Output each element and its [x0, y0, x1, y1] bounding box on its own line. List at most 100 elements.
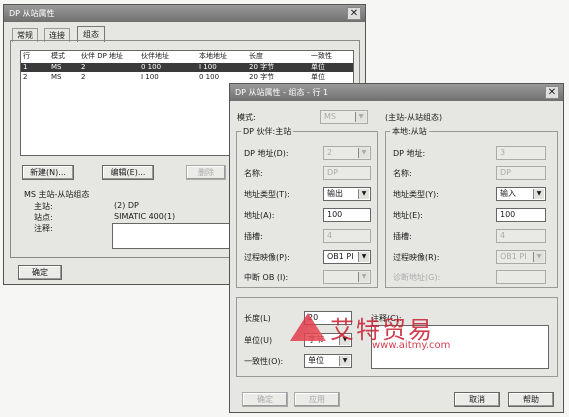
cell: 2	[81, 73, 86, 81]
master-label: 主站:	[34, 202, 53, 211]
configuration-row-dialog: DP 从站属性 - 组态 - 行 1 ✕ 模式: MS ▼ (主站-从站组态) D…	[229, 83, 564, 413]
cell: MS	[51, 63, 62, 71]
partner-address-value: 100	[327, 210, 343, 219]
diagnostic-address-field[interactable]	[496, 270, 546, 284]
group-title: 本地:从站	[390, 126, 429, 137]
partner-address-field[interactable]: 100	[323, 208, 371, 222]
local-slot-field[interactable]: 4	[496, 229, 546, 243]
delete-button[interactable]: 删除	[186, 165, 226, 180]
interrupt-ob-select[interactable]: ▼	[323, 270, 371, 284]
partner-slot-value: 4	[327, 231, 333, 240]
tab-label: 常规	[17, 31, 33, 40]
mode-select[interactable]: MS ▼	[320, 110, 368, 124]
close-icon[interactable]: ✕	[347, 7, 361, 20]
column-header: 长度	[249, 52, 263, 60]
local-slot-value: 4	[500, 231, 506, 240]
cell: 2	[81, 63, 86, 71]
button-label: 确定	[257, 395, 273, 404]
close-icon[interactable]: ✕	[545, 86, 559, 99]
partner-dp-address-label: DP 地址(D):	[244, 149, 289, 158]
cell: 20 字节	[249, 63, 275, 71]
dialog-titlebar: DP 从站属性 - 组态 - 行 1	[230, 84, 563, 101]
group-title: DP 伙伴:主站	[241, 126, 294, 137]
partner-name-value: DP	[327, 168, 338, 177]
column-header: 模式	[51, 52, 65, 60]
button-label: 取消	[469, 395, 485, 404]
local-process-image-select[interactable]: OB1 PI ▼	[496, 250, 546, 264]
cell: 单位	[311, 63, 325, 71]
partner-slot-field[interactable]: 4	[323, 229, 371, 243]
dialog-title: DP 从站属性	[9, 9, 55, 18]
column-header: 行	[23, 52, 30, 60]
length-label: 长度(L)	[244, 314, 271, 323]
partner-slot-label: 插槽:	[244, 232, 263, 241]
diagnostic-address-label: 诊断地址(G):	[393, 273, 441, 282]
station-value: SIMATIC 400(1)	[114, 212, 176, 221]
local-address-type-value: 输入	[500, 189, 516, 198]
partner-address-type-select[interactable]: 输出 ▼	[323, 187, 371, 201]
table-row[interactable]: 1 MS 2 0 100 I 100 20 字节 单位	[21, 63, 353, 72]
cell: 0 100	[141, 63, 162, 71]
edit-button[interactable]: 编辑(E)...	[102, 165, 154, 180]
local-address-label: 地址(E):	[393, 211, 423, 220]
chevron-down-icon: ▼	[339, 356, 350, 366]
button-label: 确定	[32, 268, 48, 277]
cell: I 100	[199, 63, 217, 71]
column-header: 一致性	[311, 52, 332, 60]
partner-dp-address-value: 2	[327, 148, 333, 157]
consistency-label: 一致性(O):	[244, 357, 284, 366]
cell: 1	[23, 63, 28, 71]
local-dp-address-label: DP 地址:	[393, 149, 426, 158]
partner-name-field[interactable]: DP	[323, 166, 371, 180]
local-slot-label: 插槽:	[393, 232, 412, 241]
chevron-down-icon: ▼	[533, 252, 544, 262]
comment-label: 注释:	[34, 224, 53, 233]
chevron-down-icon: ▼	[533, 189, 544, 199]
partner-address-type-value: 输出	[327, 189, 343, 198]
local-dp-address-field[interactable]: 3	[496, 146, 546, 160]
partner-dp-address-select[interactable]: 2 ▼	[323, 146, 371, 160]
local-address-type-select[interactable]: 输入 ▼	[496, 187, 546, 201]
button-label: 应用	[309, 395, 325, 404]
dialog-titlebar: DP 从站属性	[4, 5, 365, 22]
partner-process-image-select[interactable]: OB1 PI ▼	[323, 250, 371, 264]
consistency-select[interactable]: 单位 ▼	[304, 354, 352, 368]
ok-button[interactable]: 确定	[242, 392, 288, 407]
mode-note: (主站-从站组态)	[385, 113, 443, 122]
interrupt-ob-label: 中断 OB (I):	[244, 273, 289, 282]
cell: I 100	[141, 73, 159, 81]
new-button[interactable]: 新建(N)...	[22, 165, 74, 180]
help-button[interactable]: 帮助	[508, 392, 554, 407]
local-process-image-label: 过程映像(R):	[393, 253, 440, 262]
local-name-label: 名称:	[393, 169, 412, 178]
section-heading: MS 主站-从站组态	[24, 190, 90, 199]
partner-process-image-value: OB1 PI	[327, 252, 354, 261]
ok-button[interactable]: 确定	[18, 265, 62, 280]
partner-address-type-label: 地址类型(T):	[244, 190, 290, 199]
cell: 0 100	[199, 73, 220, 81]
partner-name-label: 名称:	[244, 169, 263, 178]
button-label: 编辑(E)...	[110, 168, 146, 177]
tab-label: 连接	[49, 31, 65, 40]
column-header: 伙伴地址	[141, 52, 169, 60]
table-row[interactable]: 2 MS 2 I 100 0 100 20 字节 单位	[21, 73, 353, 82]
cell: MS	[51, 73, 62, 81]
cancel-button[interactable]: 取消	[454, 392, 500, 407]
watermark-url: www.aitmy.com	[372, 340, 451, 351]
local-name-field[interactable]: DP	[496, 166, 546, 180]
chevron-down-icon: ▼	[358, 189, 369, 199]
comment-field[interactable]	[112, 223, 230, 249]
local-address-field[interactable]: 100	[496, 208, 546, 222]
chevron-down-icon: ▼	[358, 272, 369, 282]
local-name-value: DP	[500, 168, 511, 177]
apply-button[interactable]: 应用	[294, 392, 340, 407]
unit-label: 单位(U)	[244, 336, 273, 345]
mode-label: 模式:	[237, 113, 256, 122]
local-address-value: 100	[500, 210, 516, 219]
chevron-down-icon: ▼	[358, 252, 369, 262]
station-label: 站点:	[34, 213, 53, 222]
dialog-title: DP 从站属性 - 组态 - 行 1	[235, 88, 329, 97]
local-dp-address-value: 3	[500, 148, 506, 157]
column-header: 本地地址	[199, 52, 227, 60]
column-header: 伙伴 DP 地址	[81, 52, 124, 60]
